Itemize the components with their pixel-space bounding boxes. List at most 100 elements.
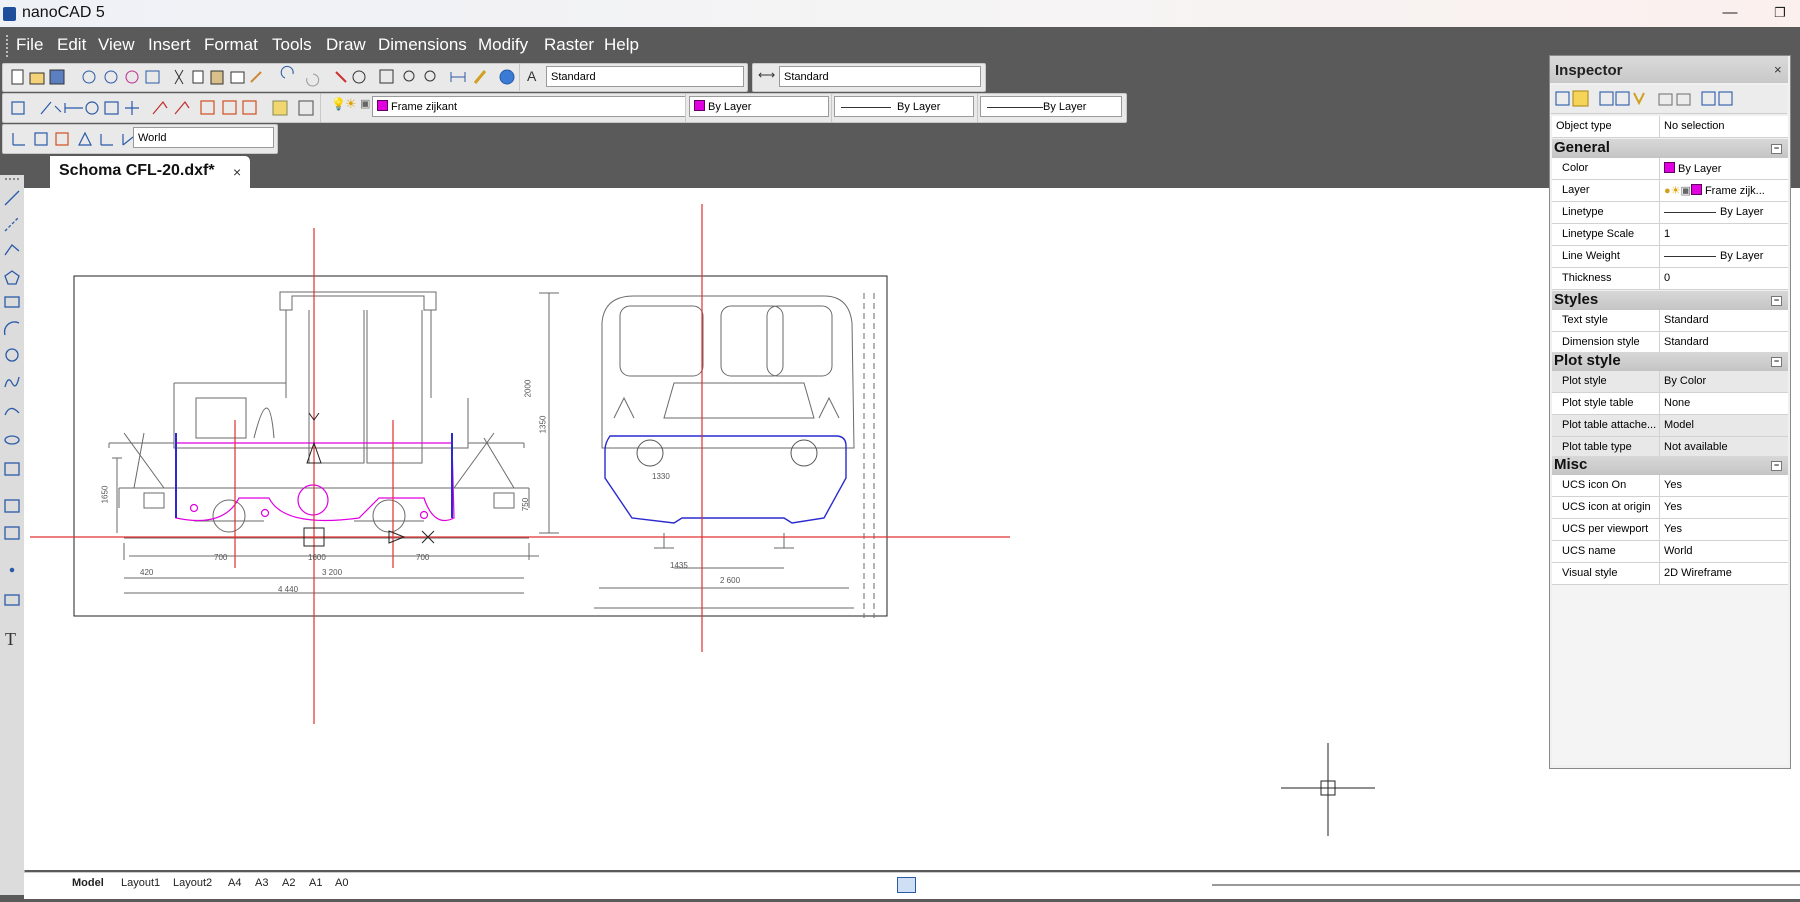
dim-style-icon: ⟷	[758, 68, 776, 82]
prop-value-cell[interactable]: Yes	[1659, 475, 1789, 496]
copy-icon	[192, 70, 204, 84]
ucs-object-icon	[55, 132, 69, 146]
prop-value-cell[interactable]: By Layer	[1659, 202, 1789, 223]
tab-a2[interactable]: A2	[282, 877, 295, 889]
section-plot-style[interactable]: Plot style −	[1552, 352, 1788, 371]
prop-value-cell[interactable]: 0	[1659, 268, 1789, 289]
hatch-icon	[4, 594, 20, 606]
linear-dim-icon	[64, 103, 83, 113]
prop-row-visual-style[interactable]: Visual style 2D Wireframe	[1552, 563, 1788, 585]
publish-icon	[125, 70, 139, 84]
construction-line-icon	[4, 216, 20, 232]
tab-a4[interactable]: A4	[228, 877, 241, 889]
prop-value-cell[interactable]: Model	[1659, 415, 1789, 436]
menu-tools[interactable]: Tools	[272, 35, 312, 55]
design-center-icon	[272, 100, 288, 116]
horizontal-scrollbar[interactable]	[1212, 884, 1800, 886]
prop-value-cell[interactable]: Standard	[1659, 332, 1789, 353]
tab-a1[interactable]: A1	[309, 877, 322, 889]
menu-dimensions[interactable]: Dimensions	[378, 35, 467, 55]
prop-value-cell[interactable]: Not available	[1659, 437, 1789, 458]
prop-value-cell[interactable]: ●☀▣ Frame zijk...	[1659, 180, 1789, 201]
model-space-icon[interactable]	[897, 877, 916, 893]
prop-value-cell[interactable]: By Layer	[1659, 246, 1789, 267]
zoom-realtime-icon	[352, 70, 366, 84]
linetype-combo[interactable]: By Layer	[834, 96, 974, 117]
menu-raster[interactable]: Raster	[544, 35, 594, 55]
prop-value-cell[interactable]: 1	[1659, 224, 1789, 245]
drawing-canvas[interactable]	[24, 188, 1800, 870]
tab-a3[interactable]: A3	[255, 877, 268, 889]
menu-draw[interactable]: Draw	[326, 35, 366, 55]
menu-modify[interactable]: Modify	[478, 35, 528, 55]
prop-value-cell[interactable]: By Color	[1659, 371, 1789, 392]
prop-value-cell[interactable]: World	[1659, 541, 1789, 562]
prop-name: Plot style table	[1562, 397, 1634, 409]
prop-row-ucs-name[interactable]: UCS name World	[1552, 541, 1788, 563]
lineweight-combo[interactable]: By Layer	[980, 96, 1122, 117]
prop-name: UCS icon On	[1562, 479, 1627, 491]
text-style-combo[interactable]: Standard	[546, 66, 744, 87]
menu-edit[interactable]: Edit	[57, 35, 86, 55]
prop-row-ucs-icon-on[interactable]: UCS icon On Yes	[1552, 475, 1788, 497]
drawing-svg	[30, 204, 1375, 836]
object-type-cell[interactable]: No selection	[1659, 116, 1789, 137]
prop-row-text-style[interactable]: Text style Standard	[1552, 310, 1788, 332]
prop-name: Plot table type	[1562, 441, 1632, 453]
prop-row-line-weight[interactable]: Line Weight By Layer	[1552, 246, 1788, 268]
ucs-combo[interactable]: World	[133, 127, 274, 148]
inspector-close-button[interactable]: ×	[1774, 62, 1782, 77]
prop-row-color[interactable]: Color By Layer	[1552, 158, 1788, 180]
restore-button[interactable]: ❐	[1763, 3, 1797, 23]
dim-2600: 2 600	[720, 576, 741, 585]
prop-row-linetype-scale[interactable]: Linetype Scale 1	[1552, 224, 1788, 246]
prop-row-plot-table-attached[interactable]: Plot table attache... Model	[1552, 415, 1788, 437]
section-misc[interactable]: Misc −	[1552, 456, 1788, 475]
sun-icon: ☀	[345, 96, 357, 111]
color-combo[interactable]: By Layer	[689, 96, 829, 117]
prop-name: Line Weight	[1562, 250, 1620, 262]
menu-view[interactable]: View	[98, 35, 135, 55]
prop-row-thickness[interactable]: Thickness 0	[1552, 268, 1788, 290]
prop-row-plot-style-table[interactable]: Plot style table None	[1552, 393, 1788, 415]
collapse-icon[interactable]: −	[1771, 357, 1782, 367]
layer-color-swatch	[1690, 184, 1702, 195]
sort-icon	[1658, 93, 1673, 106]
menu-help[interactable]: Help	[604, 35, 639, 55]
tab-layout1[interactable]: Layout1	[121, 877, 160, 889]
light-bulb-icon: ●	[1664, 185, 1671, 197]
color-swatch	[1664, 162, 1675, 173]
prop-row-ucs-icon-at-origin[interactable]: UCS icon at origin Yes	[1552, 497, 1788, 519]
prop-value-cell[interactable]: Yes	[1659, 519, 1789, 540]
left-toolbar-icons: T	[3, 178, 20, 649]
minimize-button[interactable]: —	[1713, 3, 1747, 23]
layer-combo[interactable]: Frame zijkant	[372, 96, 688, 117]
prop-name: Dimension style	[1562, 336, 1640, 348]
section-general[interactable]: General −	[1552, 139, 1788, 158]
tab-layout2[interactable]: Layout2	[173, 877, 212, 889]
dim-style-combo[interactable]: Standard	[779, 66, 981, 87]
prop-value-cell[interactable]: By Layer	[1659, 158, 1789, 179]
prop-value-cell[interactable]: Yes	[1659, 497, 1789, 518]
tab-a0[interactable]: A0	[335, 877, 348, 889]
prop-value-cell[interactable]: Standard	[1659, 310, 1789, 331]
prop-value-cell[interactable]: 2D Wireframe	[1659, 563, 1789, 584]
tab-model[interactable]: Model	[72, 877, 104, 889]
prop-row-dimension-style[interactable]: Dimension style Standard	[1552, 332, 1788, 354]
insert-block-icon	[4, 462, 20, 476]
section-styles[interactable]: Styles −	[1552, 291, 1788, 310]
draw-toolbar	[2, 93, 322, 123]
menu-file[interactable]: File	[16, 35, 43, 55]
prop-row-ucs-per-viewport[interactable]: UCS per viewport Yes	[1552, 519, 1788, 541]
revision-cloud-icon	[4, 376, 20, 388]
prop-row-layer[interactable]: Layer ●☀▣ Frame zijk...	[1552, 180, 1788, 202]
collapse-icon[interactable]: −	[1771, 296, 1782, 306]
menu-insert[interactable]: Insert	[148, 35, 191, 55]
prop-row-linetype[interactable]: Linetype By Layer	[1552, 202, 1788, 224]
prop-row-plot-style[interactable]: Plot style By Color	[1552, 371, 1788, 393]
collapse-icon[interactable]: −	[1771, 144, 1782, 154]
document-tab-close-button[interactable]: ×	[233, 164, 241, 180]
collapse-icon[interactable]: −	[1771, 461, 1782, 471]
menu-format[interactable]: Format	[204, 35, 258, 55]
prop-value-cell[interactable]: None	[1659, 393, 1789, 414]
